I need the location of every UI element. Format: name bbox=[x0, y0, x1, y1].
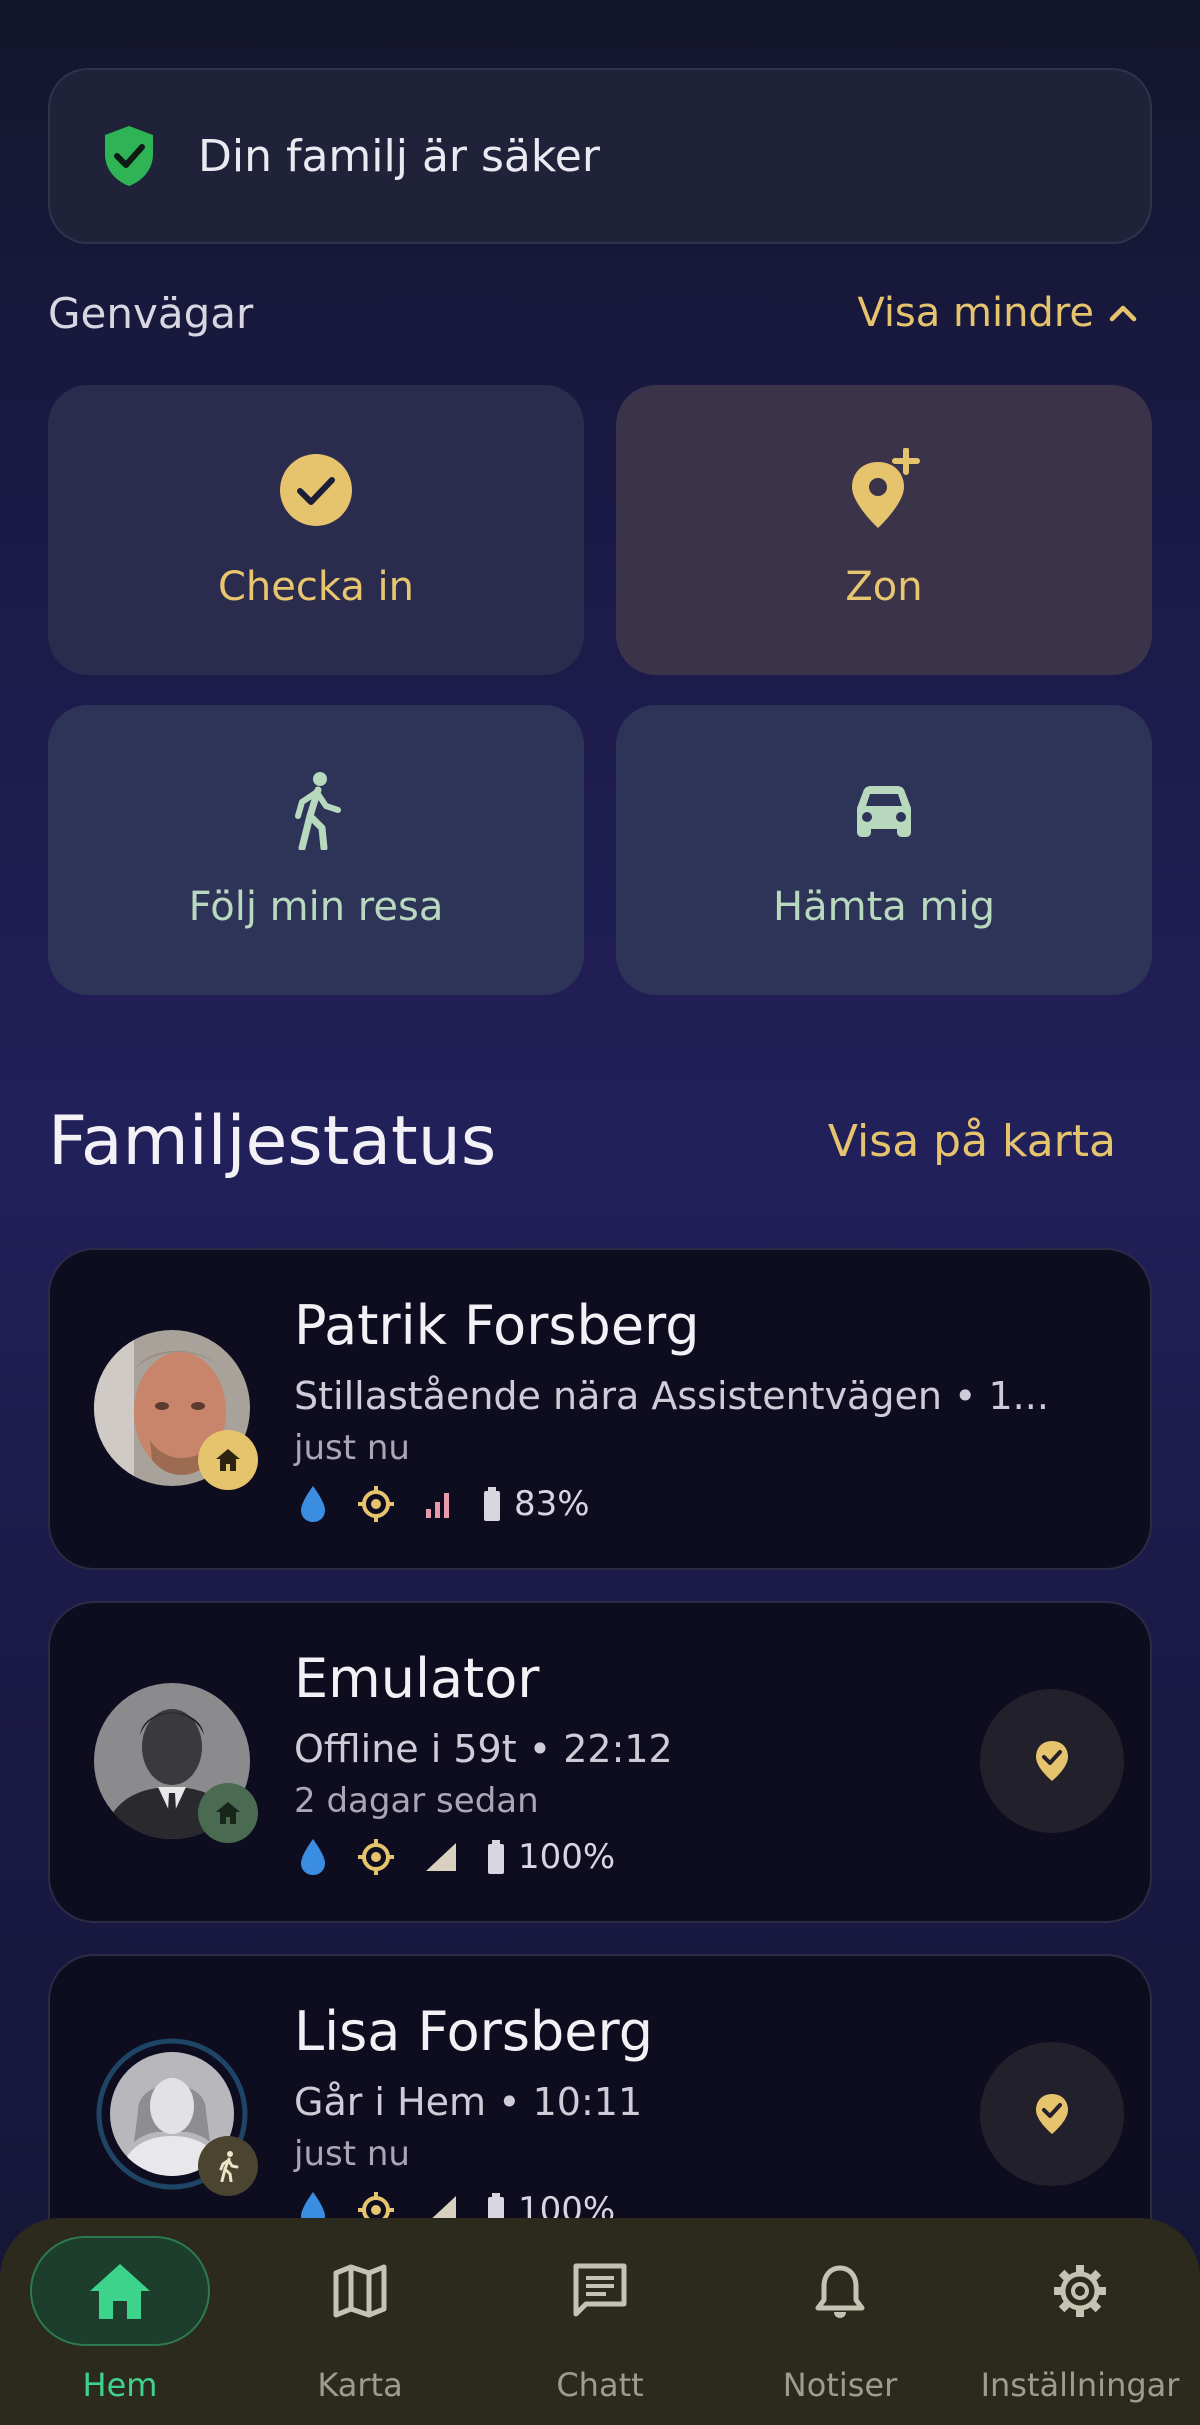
check-in-tile[interactable]: Checka in bbox=[48, 385, 584, 675]
home-icon bbox=[198, 1430, 258, 1490]
follow-trip-tile[interactable]: Följ min resa bbox=[48, 705, 584, 995]
check-circle-icon bbox=[276, 450, 356, 530]
zone-tile[interactable]: Zon bbox=[616, 385, 1152, 675]
member-updated-time: just nu bbox=[294, 2134, 410, 2174]
nav-item-chat[interactable]: Chatt bbox=[480, 2218, 720, 2425]
signal-bars-icon bbox=[424, 1489, 454, 1519]
family-status-header: Familjestatus Visa på karta bbox=[48, 1096, 1152, 1186]
member-status: Offline i 59t • 22:12 bbox=[294, 1727, 673, 1771]
home-icon bbox=[198, 1783, 258, 1843]
show-less-label: Visa mindre bbox=[857, 290, 1094, 336]
location-check-icon bbox=[1036, 2094, 1068, 2134]
show-less-toggle[interactable]: Visa mindre bbox=[857, 290, 1152, 336]
follow-trip-label: Följ min resa bbox=[188, 884, 444, 930]
member-name: Lisa Forsberg bbox=[294, 2000, 654, 2063]
nav-item-notifications[interactable]: Notiser bbox=[720, 2218, 960, 2425]
avatar bbox=[94, 1683, 258, 1843]
avatar bbox=[94, 2036, 258, 2196]
member-name: Emulator bbox=[294, 1647, 540, 1710]
battery-level: 83% bbox=[514, 1484, 590, 1524]
nav-item-settings[interactable]: Inställningar bbox=[960, 2218, 1200, 2425]
nav-label: Chatt bbox=[556, 2366, 644, 2404]
member-updated-time: just nu bbox=[294, 1428, 410, 1468]
battery-icon bbox=[488, 1840, 504, 1874]
family-safe-text: Din familj är säker bbox=[198, 130, 600, 182]
cell-signal-icon bbox=[424, 1841, 458, 1873]
member-status: Stillastående nära Assistentvägen • 1... bbox=[294, 1374, 1049, 1418]
car-icon bbox=[844, 770, 924, 850]
member-card[interactable]: Patrik Forsberg Stillastående nära Assis… bbox=[48, 1248, 1152, 1570]
nav-label: Inställningar bbox=[980, 2366, 1180, 2404]
nav-item-home[interactable]: Hem bbox=[0, 2218, 240, 2425]
walking-person-icon bbox=[198, 2136, 258, 2196]
member-status: Går i Hem • 10:11 bbox=[294, 2080, 643, 2124]
battery-status: 100% bbox=[486, 1837, 615, 1877]
gps-location-icon bbox=[356, 1837, 396, 1877]
device-indicators: 83% bbox=[298, 1484, 590, 1524]
battery-level: 100% bbox=[518, 1837, 616, 1877]
nav-label: Karta bbox=[317, 2366, 403, 2404]
member-card[interactable]: Emulator Offline i 59t • 22:12 2 dagar s… bbox=[48, 1601, 1152, 1923]
family-status-title: Familjestatus bbox=[48, 1101, 497, 1181]
member-checkin-button[interactable] bbox=[980, 2042, 1124, 2186]
battery-icon bbox=[484, 1487, 500, 1521]
member-updated-time: 2 dagar sedan bbox=[294, 1781, 539, 1821]
nav-label: Notiser bbox=[782, 2366, 898, 2404]
chevron-up-icon bbox=[1109, 305, 1137, 322]
home-icon bbox=[30, 2236, 210, 2346]
map-icon bbox=[270, 2236, 450, 2346]
walking-person-icon bbox=[276, 770, 356, 850]
shortcuts-header: Genvägar Visa mindre bbox=[48, 276, 1152, 350]
pick-me-up-tile[interactable]: Hämta mig bbox=[616, 705, 1152, 995]
nav-label: Hem bbox=[82, 2366, 158, 2404]
bottom-navigation: Hem Karta Chatt Notiser Inställningar bbox=[0, 2218, 1200, 2425]
family-safe-banner[interactable]: Din familj är säker bbox=[48, 68, 1152, 244]
member-name: Patrik Forsberg bbox=[294, 1294, 700, 1357]
add-location-icon bbox=[844, 448, 924, 530]
gps-location-icon bbox=[356, 1484, 396, 1524]
pick-me-up-label: Hämta mig bbox=[773, 884, 995, 930]
water-drop-icon bbox=[298, 1484, 328, 1524]
bell-icon bbox=[750, 2236, 930, 2346]
show-on-map-link[interactable]: Visa på karta bbox=[828, 1116, 1152, 1167]
avatar bbox=[94, 1330, 258, 1490]
location-check-icon bbox=[1036, 1741, 1068, 1781]
nav-item-map[interactable]: Karta bbox=[240, 2218, 480, 2425]
water-drop-icon bbox=[298, 1837, 328, 1877]
check-in-label: Checka in bbox=[217, 564, 415, 610]
member-checkin-button[interactable] bbox=[980, 1689, 1124, 1833]
device-indicators: 100% bbox=[298, 1837, 615, 1877]
battery-status: 83% bbox=[482, 1484, 590, 1524]
zone-label: Zon bbox=[845, 564, 923, 610]
shortcuts-title: Genvägar bbox=[48, 288, 254, 338]
gear-icon bbox=[990, 2236, 1170, 2346]
chat-icon bbox=[510, 2236, 690, 2346]
shield-check-icon bbox=[105, 126, 153, 186]
